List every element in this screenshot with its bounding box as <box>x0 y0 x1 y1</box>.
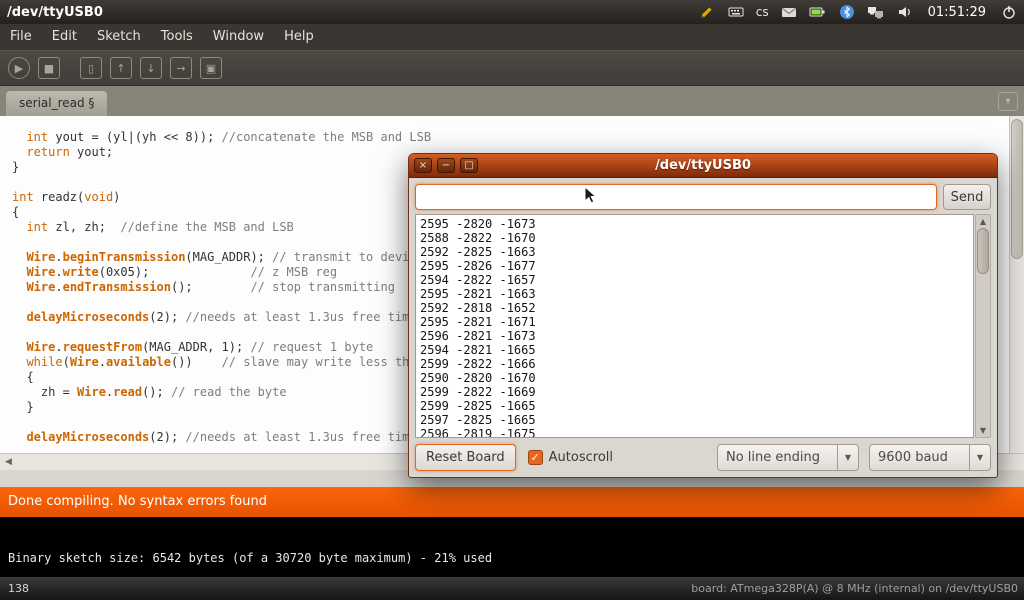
network-icon[interactable] <box>867 3 885 21</box>
serial-line: 2596 -2819 -1675 <box>420 427 969 438</box>
menubar: FileEditSketchToolsWindowHelp <box>0 24 1024 50</box>
compile-status-message: Done compiling. No syntax errors found <box>8 494 267 509</box>
status-footer: 138 board: ATmega328P(A) @ 8 MHz (intern… <box>0 577 1024 600</box>
menu-item-window[interactable]: Window <box>203 24 274 50</box>
autoscroll-checkbox[interactable]: ✓ Autoscroll <box>528 450 613 465</box>
serial-line: 2592 -2818 -1652 <box>420 301 969 315</box>
scroll-down-icon[interactable]: ▼ <box>976 426 990 435</box>
save-sketch-button[interactable]: ↓ <box>140 57 162 79</box>
serial-line: 2597 -2825 -1665 <box>420 413 969 427</box>
minimize-icon[interactable]: − <box>437 158 455 173</box>
serial-line: 2595 -2820 -1673 <box>420 217 969 231</box>
close-icon[interactable]: × <box>414 158 432 173</box>
system-tray: cs 01:51:29 <box>698 3 1024 21</box>
serial-input[interactable] <box>415 184 937 210</box>
tab-bar: serial_read § ▾ <box>0 86 1024 116</box>
serial-line: 2595 -2821 -1663 <box>420 287 969 301</box>
mail-icon[interactable] <box>780 3 798 21</box>
open-sketch-button[interactable]: ↑ <box>110 57 132 79</box>
build-console: Binary sketch size: 6542 bytes (of a 307… <box>0 517 1024 577</box>
board-info: board: ATmega328P(A) @ 8 MHz (internal) … <box>691 582 1024 595</box>
serial-line: 2590 -2820 -1670 <box>420 371 969 385</box>
volume-icon[interactable] <box>896 3 914 21</box>
compile-status-bar: Done compiling. No syntax errors found <box>0 487 1024 517</box>
serial-monitor-window: × − □ /dev/ttyUSB0 Send 2595 -2820 -1673… <box>408 153 998 478</box>
console-output: Binary sketch size: 6542 bytes (of a 307… <box>0 517 1024 565</box>
battery-icon[interactable] <box>809 3 827 21</box>
serial-line: 2595 -2826 -1677 <box>420 259 969 273</box>
toolbar: ▶ ■ ▯ ↑ ↓ → ▣ <box>0 50 1024 86</box>
menubar-items: FileEditSketchToolsWindowHelp <box>0 24 324 50</box>
serial-monitor-button[interactable]: ▣ <box>200 57 222 79</box>
editor-scrollbar-thumb[interactable] <box>1011 119 1023 259</box>
serial-line: 2594 -2821 -1665 <box>420 343 969 357</box>
mouse-cursor <box>584 186 602 208</box>
panel-clock[interactable]: 01:51:29 <box>925 5 989 20</box>
serial-line: 2595 -2821 -1671 <box>420 315 969 329</box>
scroll-up-icon[interactable]: ▲ <box>976 217 990 226</box>
menu-item-sketch[interactable]: Sketch <box>87 24 151 50</box>
top-panel: /dev/ttyUSB0 cs 01:51: <box>0 0 1024 24</box>
new-sketch-button[interactable]: ▯ <box>80 57 102 79</box>
serial-line: 2594 -2822 -1657 <box>420 273 969 287</box>
serial-output-scrollbar[interactable]: ▲ ▼ <box>975 214 991 438</box>
serial-line: 2599 -2822 -1669 <box>420 385 969 399</box>
autoscroll-label: Autoscroll <box>549 450 613 465</box>
serial-scrollbar-thumb[interactable] <box>977 228 989 274</box>
serial-monitor-controls: Reset Board ✓ Autoscroll No line ending … <box>415 444 991 471</box>
desktop: /dev/ttyUSB0 cs 01:51: <box>0 0 1024 600</box>
editor-vertical-scrollbar[interactable] <box>1009 116 1024 453</box>
session-menu-icon[interactable] <box>1000 3 1018 21</box>
baud-rate-select[interactable]: 9600 baud ▼ <box>869 444 991 471</box>
keyboard-icon[interactable] <box>727 3 745 21</box>
maximize-icon[interactable]: □ <box>460 158 478 173</box>
serial-monitor-titlebar[interactable]: × − □ /dev/ttyUSB0 <box>409 154 997 178</box>
serial-send-row: Send <box>415 184 991 210</box>
tab-menu-button[interactable]: ▾ <box>998 92 1018 111</box>
menu-item-tools[interactable]: Tools <box>151 24 203 50</box>
send-button[interactable]: Send <box>943 184 991 210</box>
bluetooth-icon[interactable] <box>838 3 856 21</box>
chevron-down-icon[interactable]: ▼ <box>969 445 990 470</box>
checkbox-check-icon[interactable]: ✓ <box>528 450 543 465</box>
line-ending-value: No line ending <box>718 450 837 465</box>
tab-serial-read[interactable]: serial_read § <box>6 91 107 116</box>
input-indicator-icon[interactable] <box>698 3 716 21</box>
serial-output[interactable]: 2595 -2820 -16732588 -2822 -16702592 -28… <box>415 214 974 438</box>
chevron-down-icon[interactable]: ▼ <box>837 445 858 470</box>
menu-item-edit[interactable]: Edit <box>42 24 87 50</box>
line-ending-select[interactable]: No line ending ▼ <box>717 444 859 471</box>
serial-line: 2596 -2821 -1673 <box>420 329 969 343</box>
reset-board-button[interactable]: Reset Board <box>415 444 516 471</box>
baud-rate-value: 9600 baud <box>870 450 969 465</box>
stop-button[interactable]: ■ <box>38 57 60 79</box>
scroll-left-icon[interactable]: ◀ <box>0 457 12 467</box>
serial-line: 2588 -2822 -1670 <box>420 231 969 245</box>
serial-line: 2592 -2825 -1663 <box>420 245 969 259</box>
verify-button[interactable]: ▶ <box>8 57 30 79</box>
serial-line: 2599 -2822 -1666 <box>420 357 969 371</box>
serial-line: 2599 -2825 -1665 <box>420 399 969 413</box>
code-line: int yout = (yl|(yh << 8)); //concatenate… <box>12 130 1024 145</box>
menu-item-help[interactable]: Help <box>274 24 324 50</box>
serial-monitor-title: /dev/ttyUSB0 <box>409 158 997 173</box>
line-number-indicator: 138 <box>0 582 29 595</box>
upload-button[interactable]: → <box>170 57 192 79</box>
window-title: /dev/ttyUSB0 <box>0 5 103 20</box>
keyboard-layout-indicator[interactable]: cs <box>756 5 769 19</box>
menu-item-file[interactable]: File <box>0 24 42 50</box>
